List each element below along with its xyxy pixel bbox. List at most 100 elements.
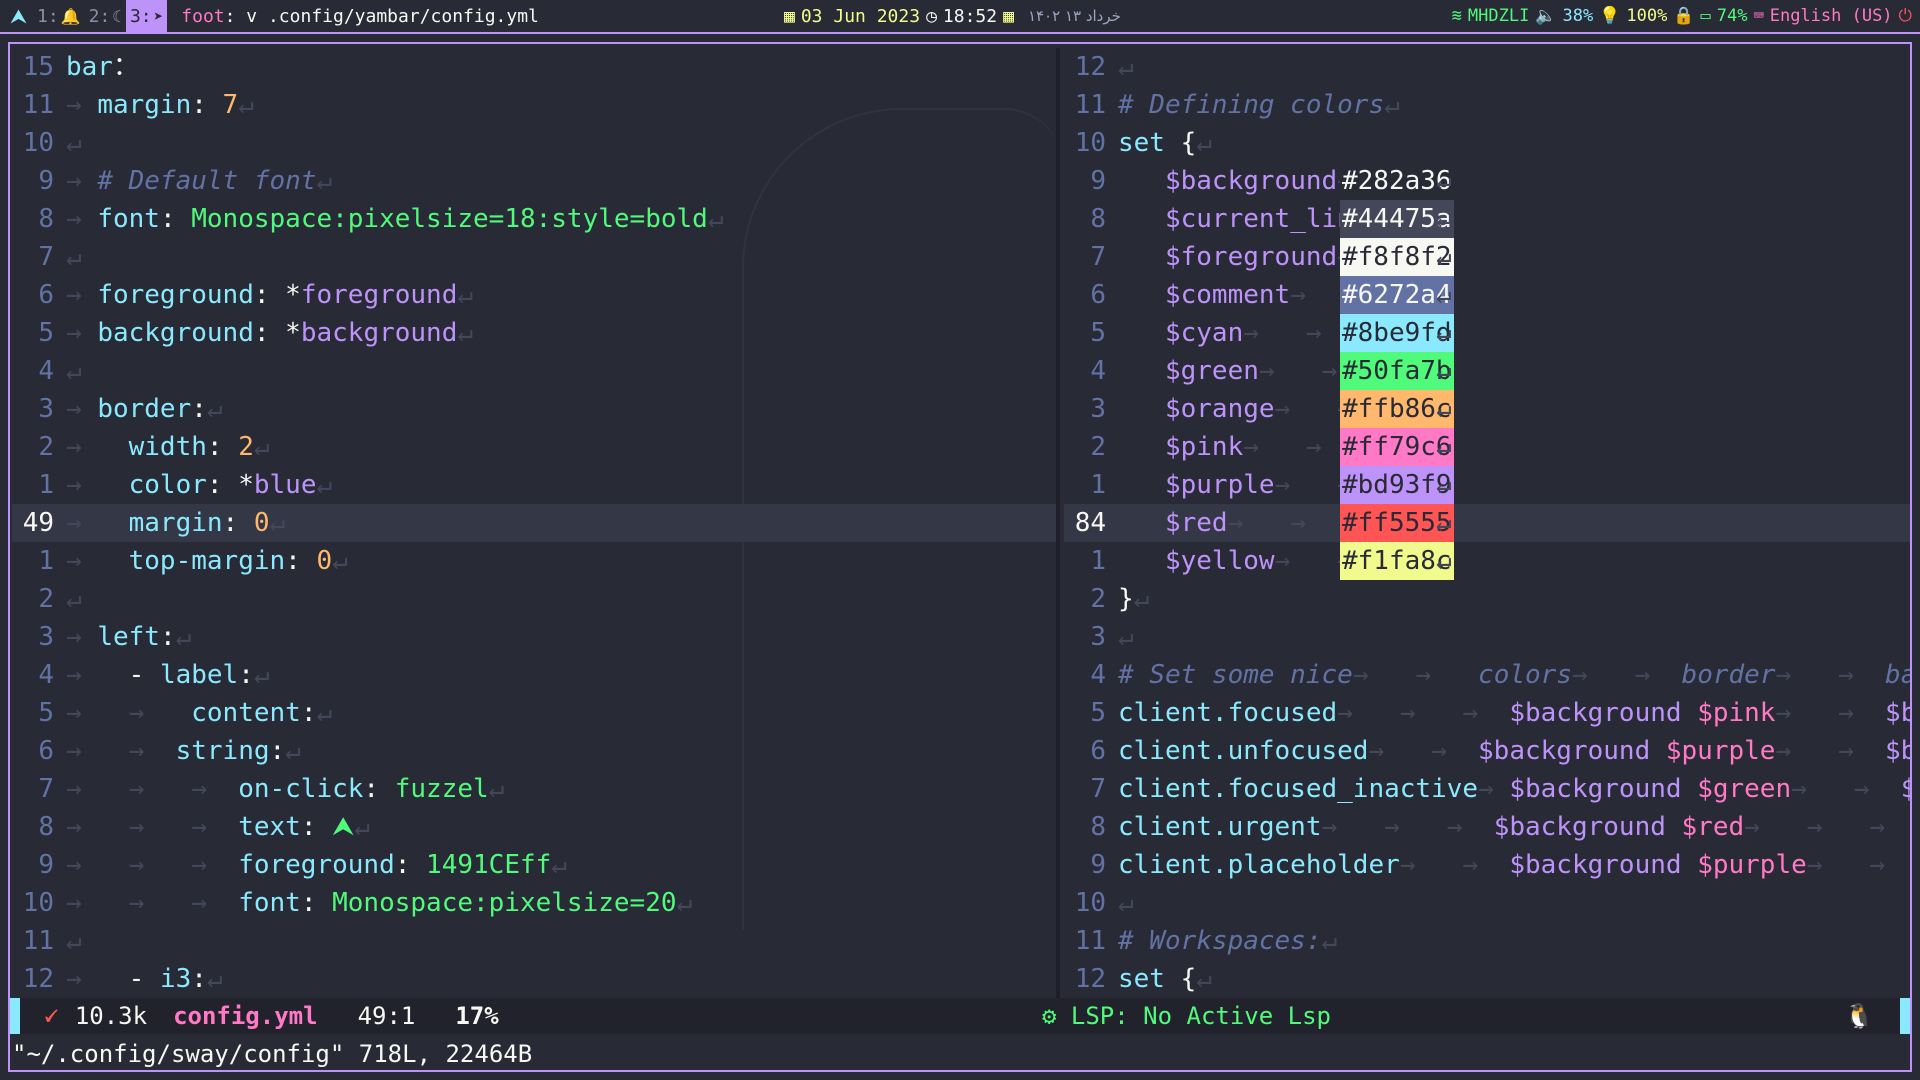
code-line[interactable]: 3 #ffb86c ↵ $orange→ →	[1064, 390, 1910, 428]
code-line[interactable]: 8#44475a↵ $current_line→	[1064, 200, 1910, 238]
code-line[interactable]: 6 → → string:↵	[12, 732, 1056, 770]
line-number: 7	[38, 242, 54, 272]
code-line[interactable]: 9 → → → foreground: 1491CEff↵	[12, 846, 1056, 884]
code-line[interactable]: 49 → margin: 0↵	[12, 504, 1056, 542]
code-line[interactable]: 2 → width: 2↵	[12, 428, 1056, 466]
code-token: → → →	[1321, 812, 1494, 842]
code-line[interactable]: 10 → → → font: Monospace:pixelsize=20↵	[12, 884, 1056, 922]
code-line[interactable]: 4 # Set some nice→ → colors→ → border→ → …	[1064, 656, 1910, 694]
code-token: : *	[253, 318, 301, 348]
code-token: margin	[128, 508, 223, 538]
code-line[interactable]: 1 → top-margin: 0↵	[12, 542, 1056, 580]
code-token: $cyan	[1164, 318, 1244, 348]
code-line[interactable]: 8 → font: Monospace:pixelsize=18:style=bo…	[12, 200, 1056, 238]
code-line[interactable]: 1 → color: *blue↵	[12, 466, 1056, 504]
code-line[interactable]: 6 → foreground: *foreground↵	[12, 276, 1056, 314]
cursor-position: 49:1	[357, 1002, 416, 1030]
code-token: →	[66, 470, 129, 500]
code-token: → →	[1399, 850, 1510, 880]
code-line[interactable]: 12 set {↵	[1064, 960, 1910, 998]
code-token: ↵	[253, 660, 270, 690]
code-line[interactable]: 7#f8f8f2↵ $foreground→	[1064, 238, 1910, 276]
code-line[interactable]: 2 ↵	[12, 580, 1056, 618]
code-line[interactable]: 6#6272a4↵ $comment→ →	[1064, 276, 1910, 314]
code-line[interactable]: 6 client.unfocused→ → $background $purple…	[1064, 732, 1910, 770]
code-line[interactable]: 11 ↵	[12, 922, 1056, 960]
line-number: 8	[38, 204, 54, 234]
code-text: # Workspaces:↵	[1118, 922, 1910, 960]
line-number: 7	[38, 774, 54, 804]
code-token: Monospace:pixelsize=18:style=bold	[191, 204, 708, 234]
wifi-icon[interactable]: ≋	[1452, 6, 1462, 26]
code-line[interactable]: 3 → border:↵	[12, 390, 1056, 428]
code-token: :	[300, 812, 333, 842]
code-text: client.focused_inactive→ $background $gr…	[1118, 770, 1910, 808]
code-line[interactable]: 5 client.focused→ → → $background $pink→ …	[1064, 694, 1910, 732]
code-text: → font: Monospace:pixelsize=18:style=bol…	[66, 200, 1056, 238]
code-token: border	[1681, 660, 1776, 690]
workspace-2[interactable]: 2: ☾	[85, 0, 126, 32]
code-line[interactable]: 4 ↵	[12, 352, 1056, 390]
code-text: }↵	[1118, 580, 1910, 618]
window-title: foot: v .config/yambar/config.yml	[181, 5, 539, 27]
code-text: → - i3:↵	[66, 960, 1056, 998]
split-divider[interactable]	[1056, 48, 1060, 998]
editor-window[interactable]: 15 bar： 11 → margin: 7↵ 10 ↵ 9 → # Default font…	[8, 42, 1912, 1072]
arch-icon[interactable]: ⮝	[0, 4, 33, 28]
code-token: ↵	[269, 508, 286, 538]
code-line[interactable]: 12 ↵	[1064, 48, 1910, 86]
code-line[interactable]: 5 → background: *background↵	[12, 314, 1056, 352]
code-line[interactable]: 8 client.urgent→ → → $background $red→ → …	[1064, 808, 1910, 846]
calendar-icon: ▦	[1003, 5, 1014, 27]
workspace-1[interactable]: 1: 🔔	[33, 0, 85, 32]
workspace-3[interactable]: 3: ➤	[125, 0, 168, 32]
code-line[interactable]: 8 → → → text: ⮝↵	[12, 808, 1056, 846]
line-number: 6	[38, 736, 54, 766]
brightness-icon[interactable]: 💡	[1599, 6, 1620, 26]
code-token: $current_line	[1164, 204, 1369, 234]
code-token: →	[66, 622, 98, 652]
code-token: ↵	[66, 584, 82, 614]
command-line[interactable]: "~/.config/sway/config" 718L, 22464B	[12, 1036, 532, 1072]
code-line[interactable]: 4 → - label:↵	[12, 656, 1056, 694]
code-line[interactable]: 11 # Defining colors↵	[1064, 86, 1910, 124]
code-line[interactable]: 7 ↵	[12, 238, 1056, 276]
code-token: → → →	[66, 850, 239, 880]
code-line[interactable]: 2 #ff79c6 ↵ $pink→ → →	[1064, 428, 1910, 466]
code-token: :	[191, 964, 207, 994]
right-split[interactable]: 12 ↵ 11 # Defining colors↵ 10 set {↵ 9 #282a36 ↵…	[1064, 48, 1910, 998]
code-line[interactable]: 11 → margin: 7↵	[12, 86, 1056, 124]
code-line[interactable]: 11 # Workspaces:↵	[1064, 922, 1910, 960]
keyboard-layout[interactable]: English (US)	[1770, 6, 1893, 26]
code-token: foreground	[238, 850, 395, 880]
code-line[interactable]: 7 client.focused_inactive→ $background $g…	[1064, 770, 1910, 808]
code-line[interactable]: 9 → # Default font↵	[12, 162, 1056, 200]
code-line[interactable]: 4 #50fa7b ↵ $green→ → →	[1064, 352, 1910, 390]
code-token: $orange	[1164, 394, 1275, 424]
power-icon[interactable]: ⏻	[1899, 6, 1912, 26]
left-split[interactable]: 15 bar： 11 → margin: 7↵ 10 ↵ 9 → # Default font…	[12, 48, 1056, 998]
code-line[interactable]: 5 #8be9fd ↵ $cyan→ → →	[1064, 314, 1910, 352]
mode-indicator: 🗸	[42, 1002, 59, 1030]
code-token: -	[128, 660, 160, 690]
code-line[interactable]: 1 #bd93f9 ↵ $purple→ →	[1064, 466, 1910, 504]
code-line[interactable]: 9 client.placeholder→ → $background $purp…	[1064, 846, 1910, 884]
code-line[interactable]: 1 #f1fa8c ↵ $yellow→ →	[1064, 542, 1910, 580]
code-line[interactable]: 3 ↵	[1064, 618, 1910, 656]
code-line[interactable]: 3 → left:↵	[12, 618, 1056, 656]
code-line[interactable]: 10 set {↵	[1064, 124, 1910, 162]
code-token: :	[300, 698, 317, 728]
code-token: → → →	[1337, 698, 1510, 728]
volume-icon[interactable]: 🔈	[1535, 6, 1556, 26]
code-line[interactable]: 7 → → → on-click: fuzzel↵	[12, 770, 1056, 808]
code-line[interactable]: 84 #ff5555 ↵ $red→ → →	[1064, 504, 1910, 542]
code-line[interactable]: 5 → → content:↵	[12, 694, 1056, 732]
code-line[interactable]: 10 ↵	[12, 124, 1056, 162]
code-line[interactable]: 10 ↵	[1064, 884, 1910, 922]
code-line[interactable]: 2}↵	[1064, 580, 1910, 618]
code-line[interactable]: 9#282a36↵ $background→	[1064, 162, 1910, 200]
code-token: :	[191, 90, 223, 120]
code-line[interactable]: 12 → - i3:↵	[12, 960, 1056, 998]
code-token: ↵	[285, 736, 301, 766]
code-line[interactable]: 15 bar：	[12, 48, 1056, 86]
